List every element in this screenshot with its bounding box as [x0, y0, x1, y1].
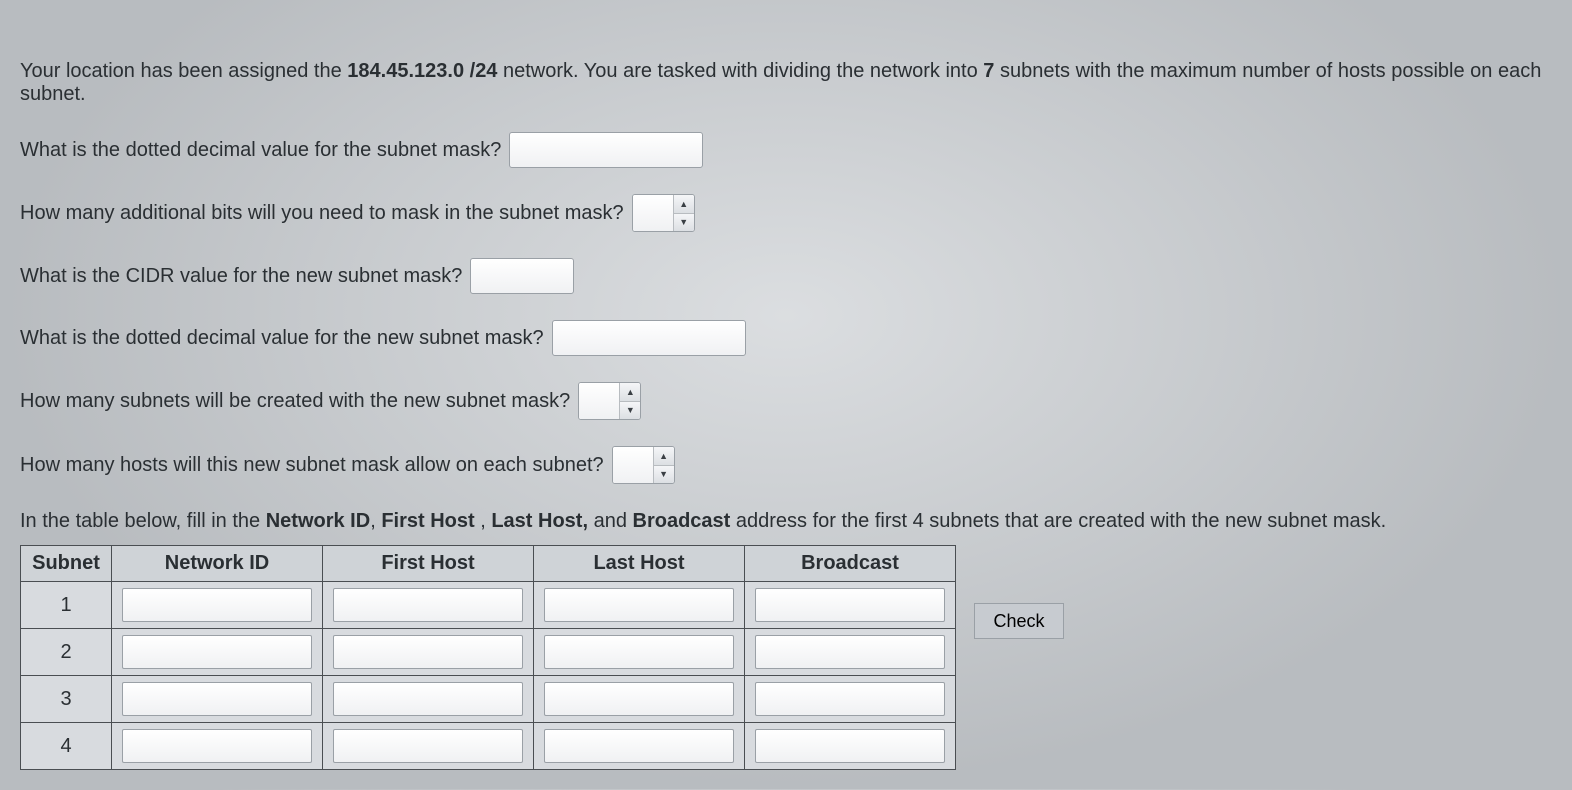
q3-label: What is the CIDR value for the new subne…	[20, 265, 462, 288]
last-host-input[interactable]	[544, 682, 734, 716]
row-num: 2	[21, 629, 112, 676]
instr-suffix: address for the first 4 subnets that are…	[730, 510, 1386, 532]
instr-sep3: and	[588, 510, 632, 532]
broadcast-input[interactable]	[755, 588, 945, 622]
instr-b2: First Host	[381, 510, 474, 532]
row-num: 1	[21, 582, 112, 629]
subnet-table: Subnet Network ID First Host Last Host B…	[20, 545, 956, 770]
q2-stepper[interactable]: ▲ ▼	[632, 194, 695, 232]
chevron-down-icon[interactable]: ▼	[674, 214, 694, 232]
th-subnet: Subnet	[21, 546, 112, 582]
th-broadcast: Broadcast	[745, 546, 956, 582]
q2-label: How many additional bits will you need t…	[20, 202, 624, 225]
q1-input[interactable]	[509, 132, 703, 168]
instr-sep1: ,	[370, 510, 381, 532]
q6-input[interactable]	[613, 447, 653, 483]
q5-input[interactable]	[579, 383, 619, 419]
q6-row: How many hosts will this new subnet mask…	[20, 446, 1552, 484]
network-id-input[interactable]	[122, 729, 312, 763]
first-host-input[interactable]	[333, 635, 523, 669]
q6-label: How many hosts will this new subnet mask…	[20, 454, 604, 477]
q1-row: What is the dotted decimal value for the…	[20, 132, 1552, 168]
table-row: 1	[21, 582, 956, 629]
intro-text: Your location has been assigned the 184.…	[20, 60, 1552, 106]
q4-row: What is the dotted decimal value for the…	[20, 320, 1552, 356]
last-host-input[interactable]	[544, 729, 734, 763]
chevron-up-icon[interactable]: ▲	[674, 195, 694, 214]
instr-prefix: In the table below, fill in the	[20, 510, 266, 532]
table-row: 2	[21, 629, 956, 676]
th-last-host: Last Host	[534, 546, 745, 582]
first-host-input[interactable]	[333, 588, 523, 622]
first-host-input[interactable]	[333, 682, 523, 716]
network-id-input[interactable]	[122, 588, 312, 622]
chevron-down-icon[interactable]: ▼	[654, 466, 674, 484]
table-instructions: In the table below, fill in the Network …	[20, 510, 1552, 533]
table-header-row: Subnet Network ID First Host Last Host B…	[21, 546, 956, 582]
q4-input[interactable]	[552, 320, 746, 356]
last-host-input[interactable]	[544, 635, 734, 669]
table-row: 4	[21, 723, 956, 770]
q6-arrows: ▲ ▼	[653, 447, 674, 483]
first-host-input[interactable]	[333, 729, 523, 763]
broadcast-input[interactable]	[755, 682, 945, 716]
last-host-input[interactable]	[544, 588, 734, 622]
intro-prefix: Your location has been assigned the	[20, 60, 347, 82]
chevron-down-icon[interactable]: ▼	[620, 402, 640, 420]
instr-b3: Last Host,	[491, 510, 588, 532]
check-button[interactable]: Check	[974, 603, 1064, 639]
row-num: 4	[21, 723, 112, 770]
intro-mid: network. You are tasked with dividing th…	[497, 60, 983, 82]
instr-b4: Broadcast	[633, 510, 731, 532]
intro-network: 184.45.123.0 /24	[347, 60, 497, 82]
row-num: 3	[21, 676, 112, 723]
broadcast-input[interactable]	[755, 729, 945, 763]
network-id-input[interactable]	[122, 682, 312, 716]
instr-sep2: ,	[475, 510, 492, 532]
intro-subnet-count: 7	[983, 60, 994, 82]
q2-arrows: ▲ ▼	[673, 195, 694, 231]
subnet-area: Subnet Network ID First Host Last Host B…	[20, 545, 1552, 770]
q3-input[interactable]	[470, 258, 574, 294]
q5-row: How many subnets will be created with th…	[20, 382, 1552, 420]
chevron-up-icon[interactable]: ▲	[620, 383, 640, 402]
q4-label: What is the dotted decimal value for the…	[20, 327, 544, 350]
q2-row: How many additional bits will you need t…	[20, 194, 1552, 232]
table-row: 3	[21, 676, 956, 723]
instr-b1: Network ID	[266, 510, 370, 532]
th-network-id: Network ID	[112, 546, 323, 582]
q5-label: How many subnets will be created with th…	[20, 390, 570, 413]
q5-stepper[interactable]: ▲ ▼	[578, 382, 641, 420]
question-page: Your location has been assigned the 184.…	[0, 0, 1572, 790]
q6-stepper[interactable]: ▲ ▼	[612, 446, 675, 484]
th-first-host: First Host	[323, 546, 534, 582]
network-id-input[interactable]	[122, 635, 312, 669]
chevron-up-icon[interactable]: ▲	[654, 447, 674, 466]
q5-arrows: ▲ ▼	[619, 383, 640, 419]
broadcast-input[interactable]	[755, 635, 945, 669]
q3-row: What is the CIDR value for the new subne…	[20, 258, 1552, 294]
q1-label: What is the dotted decimal value for the…	[20, 139, 501, 162]
q2-input[interactable]	[633, 195, 673, 231]
